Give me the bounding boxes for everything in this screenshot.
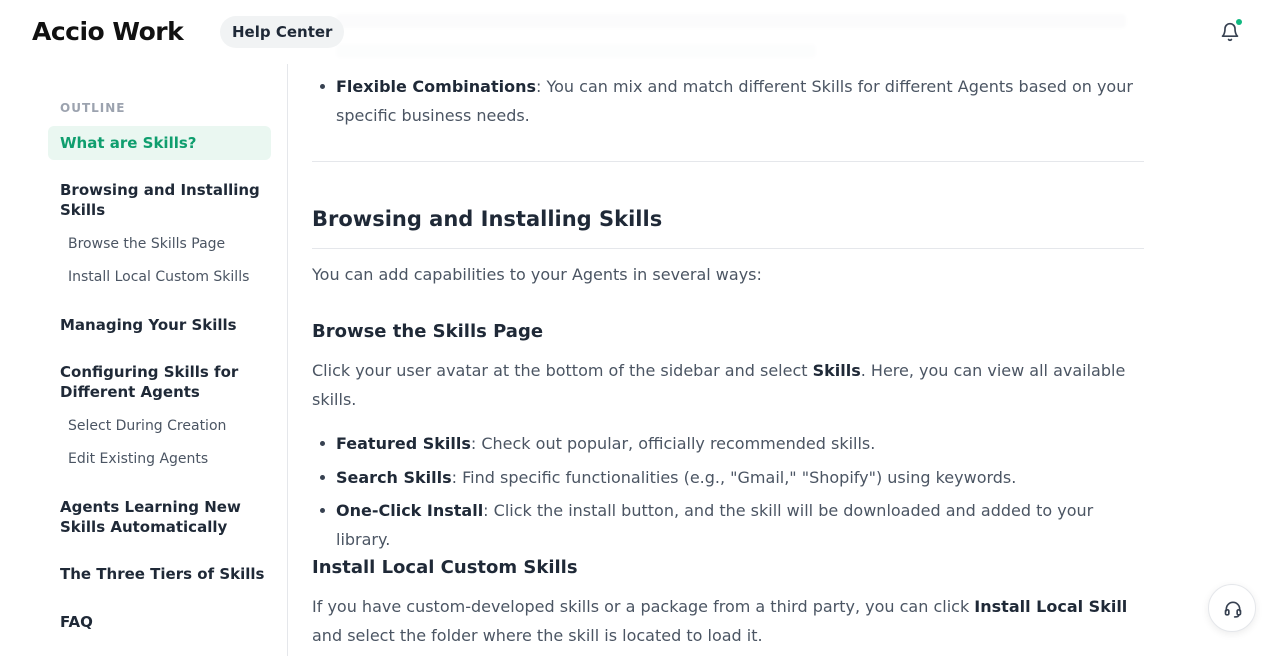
list-item-bold: Featured Skills [336,434,471,453]
section-divider [312,161,1144,162]
heading-underline [312,248,1144,249]
browse-text-bold: Skills [812,361,861,380]
outline-item-agents-learning[interactable]: Agents Learning New Skills Automatically [60,497,260,537]
list-item-bold: Flexible Combinations [336,77,536,96]
accio-work-logo[interactable]: Accio Work [32,17,184,47]
local-text-pre: If you have custom-developed skills or a… [312,597,975,616]
local-text-bold: Install Local Skill [974,597,1128,616]
notification-dot [1236,19,1242,25]
bullet-dot [320,475,325,480]
intro-paragraph: You can add capabilities to your Agents … [312,265,762,284]
install-local-paragraph: If you have custom-developed skills or a… [312,592,1144,650]
local-text-post: and select the folder where the skill is… [312,626,763,645]
bullet-dot [320,508,325,513]
headset-icon [1224,601,1242,618]
browse-text-pre: Click your user avatar at the bottom of … [312,361,813,380]
outline-item-install-local[interactable]: Install Local Custom Skills [68,267,249,287]
support-button[interactable] [1208,584,1256,632]
heading-browse-skills-page: Browse the Skills Page [312,321,544,342]
outline-title: OUTLINE [60,101,126,115]
list-item-bold: Search Skills [336,468,452,487]
list-item-one-click-install: One-Click Install: Click the install but… [336,496,1144,554]
list-item-bold: One-Click Install [336,501,484,520]
list-item-flexible-combinations: Flexible Combinations: You can mix and m… [336,72,1144,130]
bullet-dot [320,84,325,89]
outline-item-faq[interactable]: FAQ [60,612,260,632]
help-center-button[interactable]: Help Center [220,16,345,48]
heading-browsing-installing: Browsing and Installing Skills [312,207,663,231]
browse-paragraph: Click your user avatar at the bottom of … [312,356,1144,414]
outline-item-what-are-skills[interactable]: What are Skills? [60,133,260,153]
outline-item-browse-skills-page[interactable]: Browse the Skills Page [68,234,225,254]
outline-item-select-during-creation[interactable]: Select During Creation [68,416,226,436]
list-item-text: : Check out popular, officially recommen… [470,434,876,453]
outline-item-configuring-skills[interactable]: Configuring Skills for Different Agents [60,362,260,402]
top-header: Accio Work Help Center [0,0,1280,64]
outline-sidebar: OUTLINE What are Skills? Browsing and In… [0,64,288,656]
outline-item-managing-skills[interactable]: Managing Your Skills [60,315,260,335]
outline-item-three-tiers[interactable]: The Three Tiers of Skills [60,564,275,584]
list-item-text: : Find specific functionalities (e.g., "… [451,468,1017,487]
outline-item-browsing-installing[interactable]: Browsing and Installing Skills [60,180,260,220]
outline-item-edit-existing-agents[interactable]: Edit Existing Agents [68,449,208,469]
list-item-search-skills: Search Skills: Find specific functionali… [336,463,1144,492]
heading-install-local: Install Local Custom Skills [312,557,578,578]
bell-icon[interactable] [1220,22,1240,42]
bullet-dot [320,441,325,446]
list-item-featured-skills: Featured Skills: Check out popular, offi… [336,429,1144,458]
